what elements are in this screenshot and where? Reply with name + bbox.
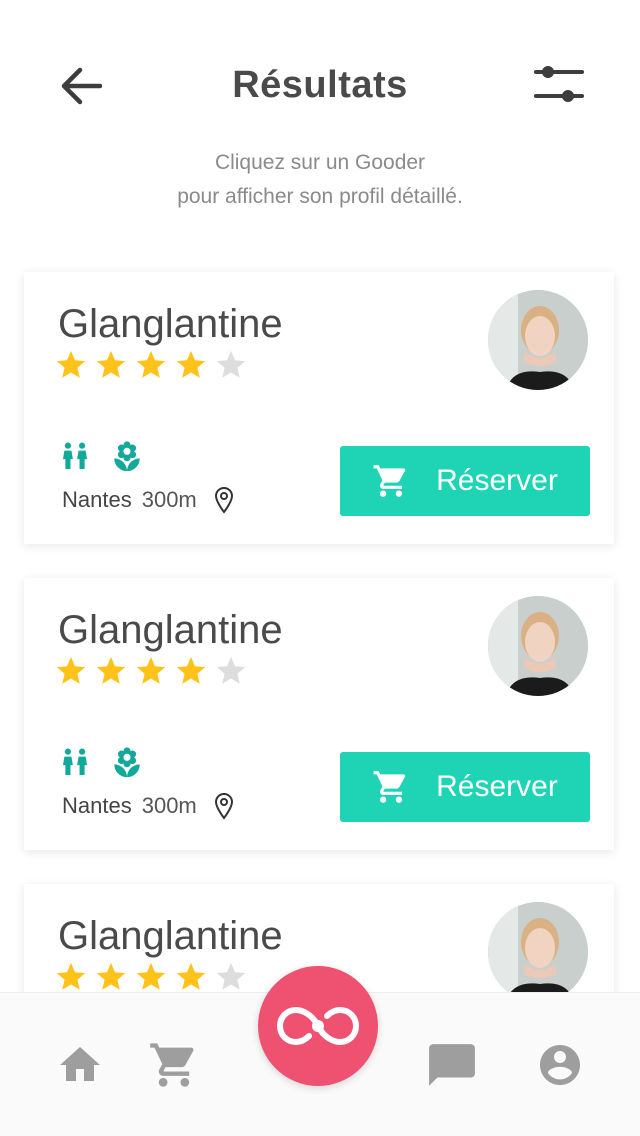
rating-stars	[54, 960, 248, 994]
header: Résultats	[0, 0, 640, 140]
star-icon	[56, 962, 86, 990]
distance-label: 300m	[141, 487, 197, 512]
avatar[interactable]	[488, 596, 588, 696]
star-icon	[96, 350, 126, 378]
star-icon	[136, 656, 166, 684]
gooder-logo-icon	[276, 1006, 360, 1046]
location-info: Nantes 300m	[62, 486, 235, 514]
reserve-button[interactable]: Réserver	[340, 752, 590, 822]
star-icon	[56, 350, 86, 378]
rating-stars	[54, 654, 248, 688]
star-icon	[96, 962, 126, 990]
reserve-label: Réserver	[436, 464, 558, 497]
home-icon	[60, 1047, 100, 1081]
service-tags	[58, 746, 144, 780]
city-label: Nantes	[62, 793, 132, 818]
portrait-image	[488, 596, 588, 696]
star-icon	[136, 962, 166, 990]
reserve-label: Réserver	[436, 770, 558, 803]
gooder-main-button[interactable]	[258, 966, 378, 1086]
subtitle: Cliquez sur un Gooder pour afficher son …	[0, 146, 640, 214]
rating-stars	[54, 348, 248, 382]
avatar[interactable]	[488, 902, 588, 1002]
account-icon	[540, 1045, 580, 1085]
sliders-icon	[534, 66, 584, 102]
star-icon	[176, 350, 206, 378]
chat-icon	[429, 1044, 475, 1086]
star-icon	[176, 962, 206, 990]
star-icon	[216, 656, 246, 684]
filter-button[interactable]	[532, 60, 586, 108]
gooder-name[interactable]: Glanglantine	[58, 608, 283, 653]
star-icon	[96, 656, 126, 684]
star-icon	[56, 656, 86, 684]
subtitle-line-1: Cliquez sur un Gooder	[214, 151, 426, 174]
star-icon	[176, 656, 206, 684]
nav-home[interactable]	[52, 1037, 108, 1093]
subtitle-line-2: pour afficher son profil détaillé.	[177, 185, 463, 208]
cart-icon	[373, 771, 406, 803]
cart-icon	[373, 465, 406, 497]
star-icon	[136, 350, 166, 378]
location-info: Nantes 300m	[62, 792, 235, 820]
portrait-image	[488, 902, 588, 1002]
nav-cart[interactable]	[146, 1037, 202, 1093]
flower-icon	[114, 441, 140, 472]
city-label: Nantes	[62, 487, 132, 512]
gooder-name[interactable]: Glanglantine	[58, 302, 283, 347]
flower-icon	[114, 747, 140, 778]
reserve-button[interactable]: Réserver	[340, 446, 590, 516]
distance-label: 300m	[141, 793, 197, 818]
children-icon	[62, 748, 88, 776]
gooder-name[interactable]: Glanglantine	[58, 914, 283, 959]
star-icon	[216, 350, 246, 378]
star-icon	[216, 962, 246, 990]
avatar[interactable]	[488, 290, 588, 390]
nav-chat[interactable]	[424, 1037, 480, 1093]
location-pin-icon	[214, 486, 233, 514]
service-tags	[58, 440, 144, 474]
children-icon	[62, 442, 88, 470]
nav-account[interactable]	[532, 1037, 588, 1093]
location-pin-icon	[214, 792, 233, 820]
result-card[interactable]: Glanglantine Nantes 300m Réserver	[24, 578, 614, 850]
result-card[interactable]: Glanglantine Nantes 300m Réserver	[24, 272, 614, 544]
portrait-image	[488, 290, 588, 390]
cart-icon	[150, 1043, 194, 1087]
